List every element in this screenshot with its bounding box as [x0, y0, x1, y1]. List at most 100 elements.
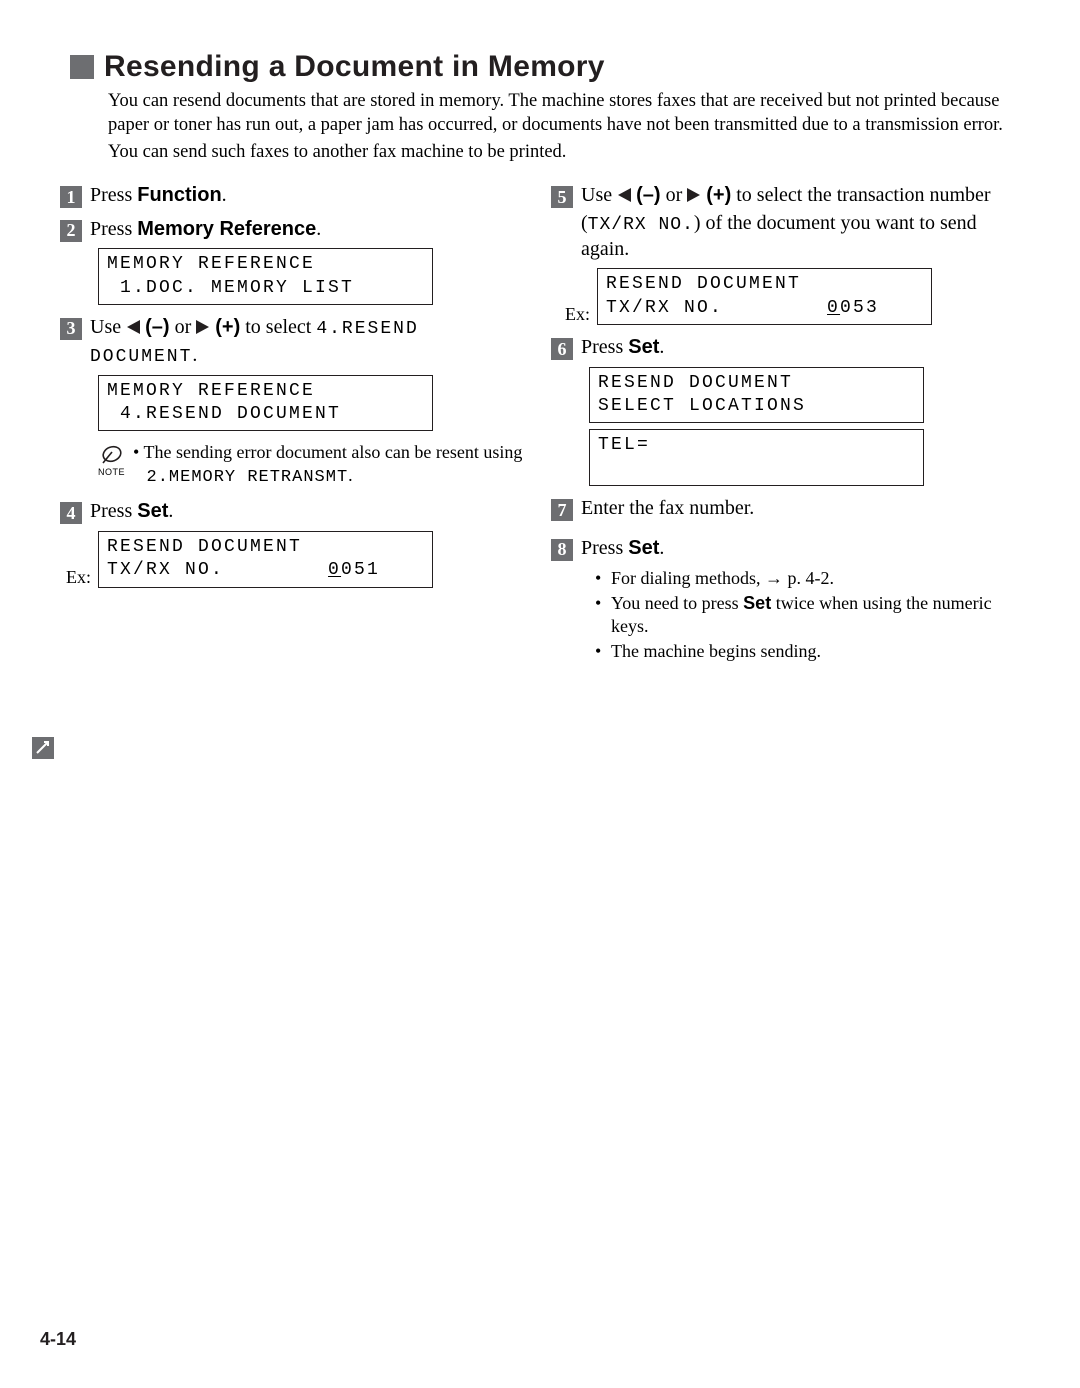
step-7-text: Enter the fax number. [581, 496, 1020, 522]
note-label: NOTE [98, 467, 125, 477]
right-column: 5 Use (–) or (+) to select the transacti… [551, 183, 1020, 665]
lcd-display: RESEND DOCUMENT SELECT LOCATIONS [589, 367, 924, 424]
step-number-badge: 5 [551, 186, 573, 208]
step-1: 1 Press Function. [60, 183, 529, 209]
txt: Press [90, 500, 137, 522]
memory-reference-button-label: Memory Reference [137, 218, 316, 240]
lcd-display: TEL= [589, 429, 924, 486]
step-number-badge: 3 [60, 318, 82, 340]
example-wrap: Ex: RESEND DOCUMENT TX/RX NO. 0053 [551, 268, 1020, 325]
txt: 0 [328, 560, 341, 580]
left-arrow-icon [617, 185, 631, 211]
txt: . [348, 465, 353, 485]
txt: (+) [215, 316, 240, 338]
section-heading-row: Resending a Document in Memory [70, 50, 1020, 84]
option-2-retransmit: 2.MEMORY RETRANSMT [147, 468, 349, 487]
step-4: 4 Press Set. [60, 499, 529, 525]
txt: . [192, 344, 197, 366]
example-label: Ex: [66, 567, 91, 588]
lcd-display: RESEND DOCUMENT TX/RX NO. 0051 [98, 531, 433, 588]
step-3: 3 Use (–) or (+) to select 4.RESEND DOCUM… [60, 315, 529, 369]
step-number-badge: 4 [60, 502, 82, 524]
txt: Use [90, 316, 126, 338]
step-number-badge: 2 [60, 220, 82, 242]
set-button-label: Set [628, 537, 659, 559]
txt: Use [581, 184, 617, 206]
list-item: For dialing methods, → p. 4-2. [595, 567, 1020, 590]
lcd-display: MEMORY REFERENCE 4.RESEND DOCUMENT [98, 375, 433, 432]
step-8-text: Press Set. [581, 536, 1020, 562]
txt: Press [581, 537, 628, 559]
txt: Press [90, 184, 137, 206]
left-column: 1 Press Function. 2 Press Memory Referen… [60, 183, 529, 665]
square-bullet-icon [70, 55, 94, 79]
txt: Press [90, 218, 137, 240]
set-button-label: Set [743, 593, 771, 613]
txt: 051 [341, 560, 380, 580]
txt: (–) [636, 184, 660, 206]
step-5: 5 Use (–) or (+) to select the transacti… [551, 183, 1020, 262]
step-number-badge: 7 [551, 499, 573, 521]
lcd-display: RESEND DOCUMENT TX/RX NO. 0053 [597, 268, 932, 325]
left-arrow-icon [126, 317, 140, 343]
note-block: NOTE • The sending error document also c… [98, 441, 529, 489]
txt: For dialing methods, [611, 568, 765, 588]
txt: (–) [145, 316, 169, 338]
txt: DOCUMENT [90, 347, 192, 367]
txt: TX/RX NO. [606, 298, 827, 318]
step-number-badge: 1 [60, 186, 82, 208]
section-title: Resending a Document in Memory [104, 50, 605, 84]
set-button-label: Set [137, 500, 168, 522]
step-1-text: Press Function. [90, 183, 529, 209]
txt: The sending error document also can be r… [144, 442, 523, 462]
txt: You need to press [611, 593, 743, 613]
step-8: 8 Press Set. [551, 536, 1020, 562]
txt: . [222, 184, 227, 206]
txt: . [659, 537, 664, 559]
lcd-display: MEMORY REFERENCE 1.DOC. MEMORY LIST [98, 248, 433, 305]
step-3-text: Use (–) or (+) to select 4.RESEND DOCUMEN… [90, 315, 529, 369]
note-icon: NOTE [98, 443, 125, 477]
list-item: The machine begins sending. [595, 640, 1020, 663]
tx-rx-no-label: TX/RX NO. [588, 215, 694, 235]
right-arrow-icon [687, 185, 701, 211]
set-button-label: Set [628, 336, 659, 358]
corner-arrow-icon [32, 737, 54, 764]
txt: 0 [827, 298, 840, 318]
txt: (+) [706, 184, 731, 206]
example-wrap: Ex: RESEND DOCUMENT TX/RX NO. 0051 [60, 531, 529, 588]
step-4-text: Press Set. [90, 499, 529, 525]
right-arrow-icon: → [765, 568, 783, 588]
txt: RESEND DOCUMENT [606, 274, 801, 294]
txt: TX/RX NO. [107, 560, 328, 580]
intro-paragraph-1: You can resend documents that are stored… [108, 90, 1020, 137]
note-text: • The sending error document also can be… [133, 441, 522, 489]
txt: . [316, 218, 321, 240]
txt: p. 4-2. [783, 568, 834, 588]
step-6-text: Press Set. [581, 335, 1020, 361]
step-2-text: Press Memory Reference. [90, 217, 529, 243]
txt: or [170, 316, 197, 338]
step-number-badge: 8 [551, 539, 573, 561]
list-item: You need to press Set twice when using t… [595, 592, 1020, 638]
step-8-bullets: For dialing methods, → p. 4-2. You need … [595, 567, 1020, 663]
step-5-text: Use (–) or (+) to select the transaction… [581, 183, 1020, 262]
option-4-resend: 4.RESEND [316, 319, 418, 339]
txt: . [168, 500, 173, 522]
txt: 053 [840, 298, 879, 318]
txt: . [659, 336, 664, 358]
step-6: 6 Press Set. [551, 335, 1020, 361]
two-column-layout: 1 Press Function. 2 Press Memory Referen… [60, 183, 1020, 665]
example-label: Ex: [565, 304, 590, 325]
right-arrow-icon [196, 317, 210, 343]
function-button-label: Function [137, 184, 221, 206]
txt: or [661, 184, 688, 206]
txt: RESEND DOCUMENT [107, 537, 302, 557]
page-number: 4-14 [40, 1329, 76, 1350]
intro-paragraph-2: You can send such faxes to another fax m… [108, 141, 1020, 165]
txt: to select [240, 316, 316, 338]
step-number-badge: 6 [551, 338, 573, 360]
step-7: 7 Enter the fax number. [551, 496, 1020, 522]
step-2: 2 Press Memory Reference. [60, 217, 529, 243]
txt: Press [581, 336, 628, 358]
